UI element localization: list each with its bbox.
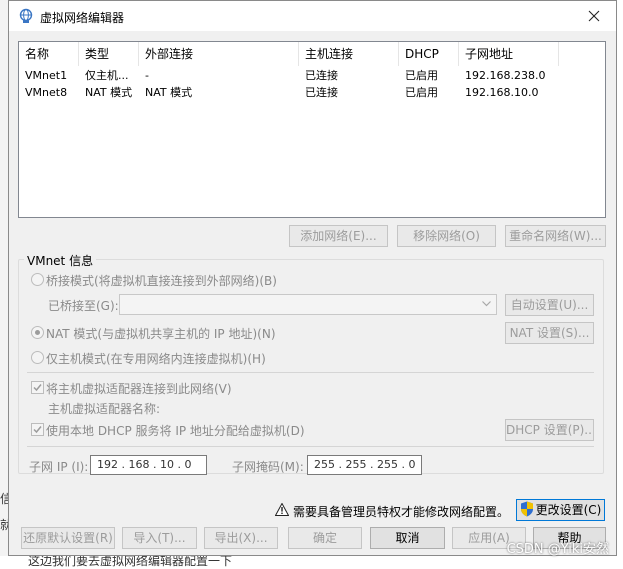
watermark: CSDN @Yiki安然 xyxy=(506,542,609,557)
change-settings-button[interactable]: 更改设置(C) xyxy=(516,499,605,521)
close-button[interactable] xyxy=(572,1,616,31)
separator xyxy=(27,372,594,373)
nat-mode-label[interactable]: NAT 模式(与虚拟机共享主机的 IP 地址)(N) xyxy=(46,325,276,342)
ok-button[interactable]: 确定 xyxy=(288,527,362,549)
cell-type: NAT 模式 xyxy=(85,86,133,99)
cell-dhcp: 已启用 xyxy=(405,86,438,99)
warning-icon xyxy=(275,503,289,516)
column-header-subnet[interactable]: 子网地址 xyxy=(459,42,559,66)
host-only-label[interactable]: 仅主机模式(在专用网络内连接虚拟机)(H) xyxy=(46,350,266,367)
remove-network-button[interactable]: 移除网络(O) xyxy=(397,225,496,247)
cell-host: 已连接 xyxy=(305,69,338,82)
subnet-mask-field[interactable]: 255 . 255 . 255 . 0 xyxy=(307,455,422,475)
add-network-button[interactable]: 添加网络(E)... xyxy=(289,225,388,247)
bridged-to-select[interactable] xyxy=(119,294,497,315)
subnet-ip-field[interactable]: 192 . 168 . 10 . 0 xyxy=(90,455,207,475)
uac-shield-icon xyxy=(520,501,533,517)
column-header-name[interactable]: 名称 xyxy=(19,42,79,66)
export-button[interactable]: 导出(X)... xyxy=(204,527,278,549)
checkmark-icon xyxy=(33,384,42,392)
connect-adapter-checkbox[interactable] xyxy=(31,381,44,394)
column-header-external[interactable]: 外部连接 xyxy=(139,42,299,66)
network-list[interactable]: 名称 类型 外部连接 主机连接 DHCP 子网地址 VMnet1 仅主机... … xyxy=(18,41,606,218)
dhcp-settings-button[interactable]: DHCP 设置(P)... xyxy=(505,419,594,441)
virtual-network-editor-dialog: 虚拟网络编辑器 名称 类型 外部连接 主机连接 DHCP 子网地址 VMnet1… xyxy=(8,0,617,556)
subnet-mask-label: 子网掩码(M): xyxy=(232,460,304,474)
change-settings-label: 更改设置(C) xyxy=(535,503,602,517)
table-row[interactable]: VMnet1 仅主机... - 已连接 已启用 192.168.238.0 xyxy=(19,67,605,84)
column-header-dhcp[interactable]: DHCP xyxy=(399,42,459,66)
column-header-host[interactable]: 主机连接 xyxy=(299,42,399,66)
title-bar: 虚拟网络编辑器 xyxy=(9,1,616,31)
host-only-radio[interactable] xyxy=(31,351,44,364)
vmnet-info-title: VMnet 信息 xyxy=(24,252,97,269)
nat-mode-radio[interactable] xyxy=(31,326,44,339)
cell-dhcp: 已启用 xyxy=(405,69,438,82)
admin-privilege-message: 需要具备管理员特权才能修改网络配置。 xyxy=(293,505,510,519)
auto-settings-button[interactable]: 自动设置(U)... xyxy=(505,294,594,316)
cancel-button[interactable]: 取消 xyxy=(370,527,445,549)
cell-name: VMnet8 xyxy=(25,86,68,99)
cell-external: - xyxy=(145,69,149,82)
cell-type: 仅主机... xyxy=(85,69,129,82)
vmware-network-icon xyxy=(19,8,33,23)
subnet-ip-label: 子网 IP (I): xyxy=(29,460,89,474)
column-header-type[interactable]: 类型 xyxy=(79,42,139,66)
cell-external: NAT 模式 xyxy=(145,86,193,99)
bridged-mode-radio[interactable] xyxy=(31,273,44,286)
cell-subnet: 192.168.10.0 xyxy=(465,86,539,99)
restore-defaults-button[interactable]: 还原默认设置(R) xyxy=(21,527,115,549)
cell-subnet: 192.168.238.0 xyxy=(465,69,546,82)
table-row[interactable]: VMnet8 NAT 模式 NAT 模式 已连接 已启用 192.168.10.… xyxy=(19,84,605,101)
cell-host: 已连接 xyxy=(305,86,338,99)
rename-network-button[interactable]: 重命名网络(W)... xyxy=(505,225,606,247)
separator xyxy=(27,446,594,447)
chevron-down-icon xyxy=(482,301,491,307)
checkmark-icon xyxy=(33,426,42,434)
use-dhcp-label[interactable]: 使用本地 DHCP 服务将 IP 地址分配给虚拟机(D) xyxy=(46,422,305,439)
use-dhcp-checkbox[interactable] xyxy=(31,423,44,436)
connect-adapter-label[interactable]: 将主机虚拟适配器连接到此网络(V) xyxy=(46,380,232,397)
cell-name: VMnet1 xyxy=(25,69,68,82)
adapter-name-label: 主机虚拟适配器名称: xyxy=(48,402,161,416)
bridged-to-label: 已桥接至(G): xyxy=(48,299,119,313)
window-title: 虚拟网络编辑器 xyxy=(40,11,125,25)
import-button[interactable]: 导入(T)... xyxy=(122,527,197,549)
close-icon xyxy=(588,10,600,22)
bridged-mode-label[interactable]: 桥接模式(将虚拟机直接连接到外部网络)(B) xyxy=(46,272,277,289)
background-bottom-strip: 这边我们要去虚拟网络编辑器配置一下 xyxy=(0,554,623,568)
list-header: 名称 类型 外部连接 主机连接 DHCP 子网地址 xyxy=(19,42,605,66)
nat-settings-button[interactable]: NAT 设置(S)... xyxy=(505,322,594,344)
